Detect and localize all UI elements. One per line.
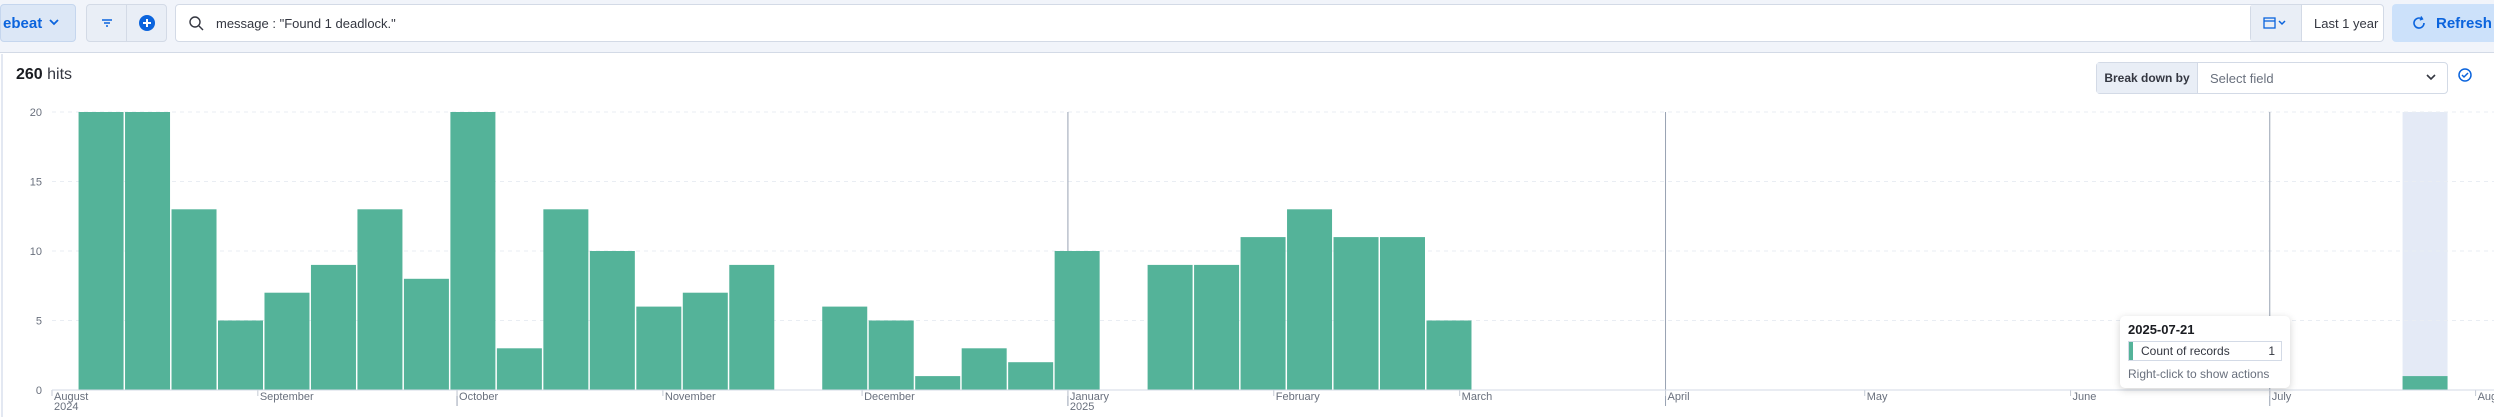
plus-circle-icon	[138, 15, 155, 31]
histogram-bar	[1426, 320, 1472, 390]
histogram-bar	[1147, 264, 1193, 390]
histogram-bar	[125, 112, 171, 390]
histogram-bar	[1194, 264, 1240, 390]
histogram-bar	[636, 306, 682, 390]
x-tick-label: June	[2073, 391, 2097, 403]
hits-counter: 260 hits	[16, 66, 72, 84]
histogram-bar	[1054, 251, 1100, 390]
breakdown-control: Break down by Select field	[2096, 62, 2448, 94]
tooltip-row: Count of records 1	[2128, 341, 2282, 361]
histogram-bar	[1008, 362, 1054, 390]
histogram-bar	[78, 112, 124, 390]
histogram-bar	[1287, 209, 1333, 390]
top-toolbar: ebeat message : "Found 1 deadlock." × La…	[0, 0, 2494, 53]
y-tick-label: 5	[36, 316, 42, 328]
breakdown-label: Break down by	[2097, 63, 2198, 93]
filter-icon	[101, 19, 112, 27]
ai-assist-icon[interactable]	[2456, 66, 2474, 89]
tooltip-date: 2025-07-21	[2128, 322, 2195, 337]
histogram-bar	[589, 251, 635, 390]
histogram-bar	[961, 348, 1007, 390]
series-swatch	[2129, 342, 2133, 360]
y-tick-label: 0	[36, 385, 42, 397]
refresh-icon	[2412, 16, 2426, 30]
refresh-button[interactable]: Refresh	[2392, 4, 2494, 42]
x-tick-label: April	[1668, 391, 1690, 403]
x-tick-label: May	[1867, 391, 1888, 403]
histogram-bar	[868, 320, 914, 390]
x-tick-label: February	[1276, 391, 1321, 403]
histogram-bar	[171, 209, 217, 390]
histogram-bar	[403, 278, 449, 390]
tooltip-value: 1	[2268, 344, 2275, 358]
x-tick-label: December	[864, 391, 915, 403]
refresh-label: Refresh	[2436, 14, 2492, 32]
x-tick-label: November	[665, 391, 716, 403]
histogram-bar	[543, 209, 589, 390]
x-tick-label: July	[2272, 391, 2292, 403]
y-tick-label: 10	[30, 246, 42, 258]
data-view-selector[interactable]: ebeat	[0, 4, 76, 42]
histogram-bar	[2402, 376, 2448, 390]
hits-label: hits	[47, 66, 73, 83]
x-tick-label: March	[1462, 391, 1493, 403]
data-view-label: ebeat	[3, 14, 43, 32]
query-menu-group	[86, 4, 167, 42]
x-tick-year-label: 2025	[1070, 401, 1094, 413]
histogram-bar	[450, 112, 496, 390]
histogram-bar	[822, 306, 868, 390]
filter-menu-button[interactable]	[87, 5, 127, 41]
tooltip-series: Count of records	[2141, 344, 2230, 358]
calendar-icon[interactable]	[2251, 5, 2302, 41]
breakdown-placeholder: Select field	[2210, 70, 2274, 86]
histogram-bar	[682, 292, 728, 390]
x-tick-label: August	[2478, 391, 2494, 403]
x-tick-label: October	[459, 391, 498, 403]
settings-icon[interactable]	[2490, 66, 2494, 89]
breakdown-field-select[interactable]: Select field	[2198, 63, 2447, 93]
histogram-bar	[1333, 237, 1379, 390]
chart-tooltip: 2025-07-21 Count of records 1 Right-clic…	[2120, 316, 2290, 388]
tooltip-hint: Right-click to show actions	[2128, 367, 2270, 381]
histogram-bar	[310, 264, 356, 390]
date-picker[interactable]: Last 1 year	[2250, 4, 2384, 42]
histogram-bar	[218, 320, 263, 390]
histogram-bar	[1380, 237, 1425, 390]
histogram-bar	[915, 376, 961, 390]
add-filter-button[interactable]	[127, 5, 166, 41]
histogram-bar	[496, 348, 542, 390]
date-range-label[interactable]: Last 1 year	[2302, 16, 2378, 31]
query-text[interactable]: message : "Found 1 deadlock."	[216, 16, 396, 31]
histogram-bar	[1240, 237, 1286, 390]
chevron-down-icon	[48, 16, 60, 31]
hits-count: 260	[16, 66, 43, 83]
search-icon	[188, 15, 204, 31]
histogram-bar	[264, 292, 310, 390]
query-search-bar[interactable]: message : "Found 1 deadlock." ×	[175, 4, 2285, 42]
x-tick-label: September	[260, 391, 314, 403]
histogram-bar	[357, 209, 403, 390]
chevron-down-icon	[2425, 71, 2437, 86]
highlight-band	[2402, 112, 2448, 390]
histogram-bar	[729, 264, 775, 390]
y-tick-label: 20	[30, 107, 42, 119]
chart-actions	[2456, 66, 2494, 89]
x-tick-year-label: 2024	[54, 401, 78, 413]
y-tick-label: 15	[30, 177, 42, 189]
